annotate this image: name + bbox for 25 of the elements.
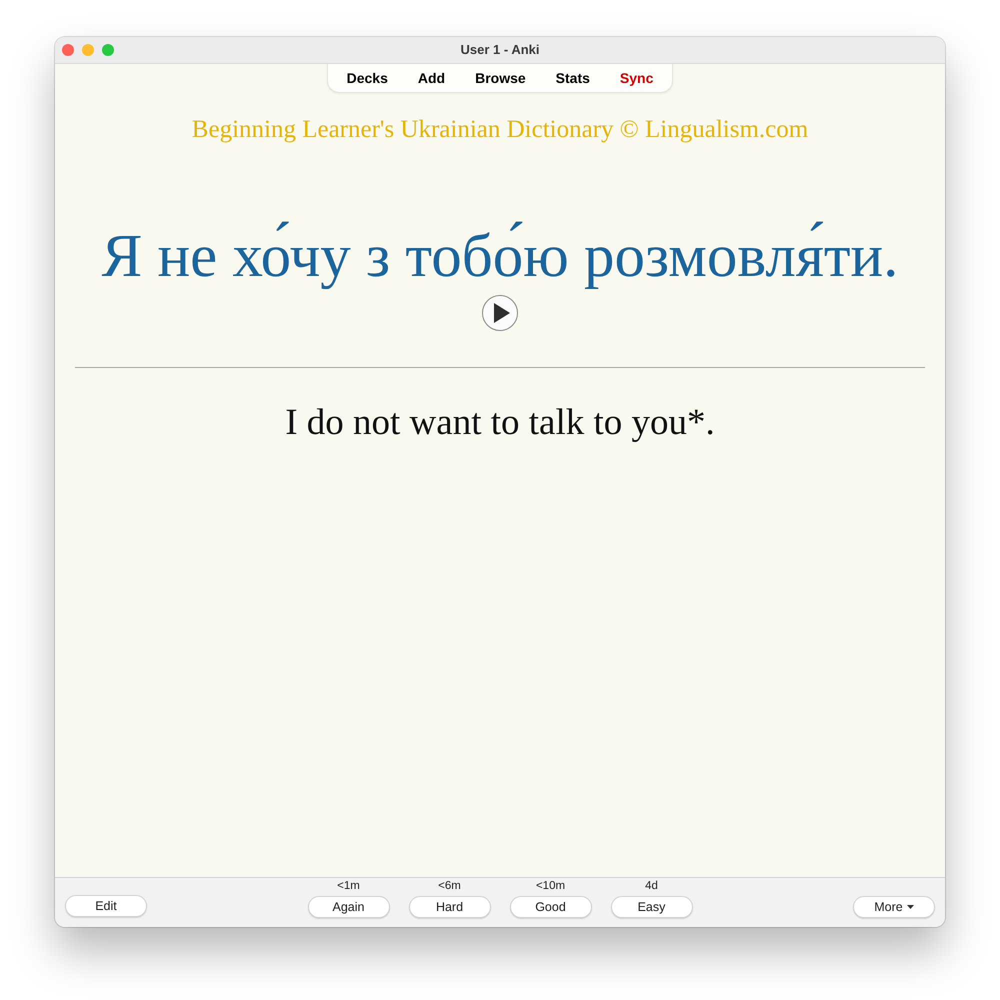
interval-label: <6m — [438, 880, 461, 893]
minimize-button[interactable] — [82, 44, 94, 56]
more-button[interactable]: More — [853, 896, 935, 918]
card-back-text: I do not want to talk to you*. — [285, 401, 715, 446]
interval-label: <10m — [536, 880, 566, 893]
caret-icon — [906, 905, 914, 909]
card-front-text: Я не хо́чу з тобо́ю розмовля́ти. — [102, 222, 898, 292]
answer-button[interactable]: Good — [510, 896, 592, 918]
toolbar-link[interactable]: Decks — [332, 64, 403, 92]
toolbar-link[interactable]: Stats — [540, 64, 605, 92]
toolbar-link[interactable]: Browse — [460, 64, 541, 92]
window-title: User 1 - Anki — [460, 41, 540, 60]
play-icon — [494, 303, 510, 324]
toolbar-link[interactable]: Sync — [604, 64, 668, 92]
answer-button[interactable]: Again — [308, 896, 390, 918]
answer-button[interactable]: Easy — [610, 896, 692, 918]
toolbar-link[interactable]: Add — [402, 64, 460, 92]
close-button[interactable] — [62, 44, 74, 56]
interval-label: 4d — [645, 880, 658, 893]
source-text: Beginning Learner's Ukrainian Dictionary © Lingualism.com — [192, 115, 808, 145]
interval-label: <1m — [337, 880, 360, 893]
zoom-button[interactable] — [102, 44, 114, 56]
play-button[interactable] — [482, 295, 518, 332]
edit-button[interactable]: Edit — [65, 895, 147, 917]
answer-button[interactable]: Hard — [408, 896, 490, 918]
